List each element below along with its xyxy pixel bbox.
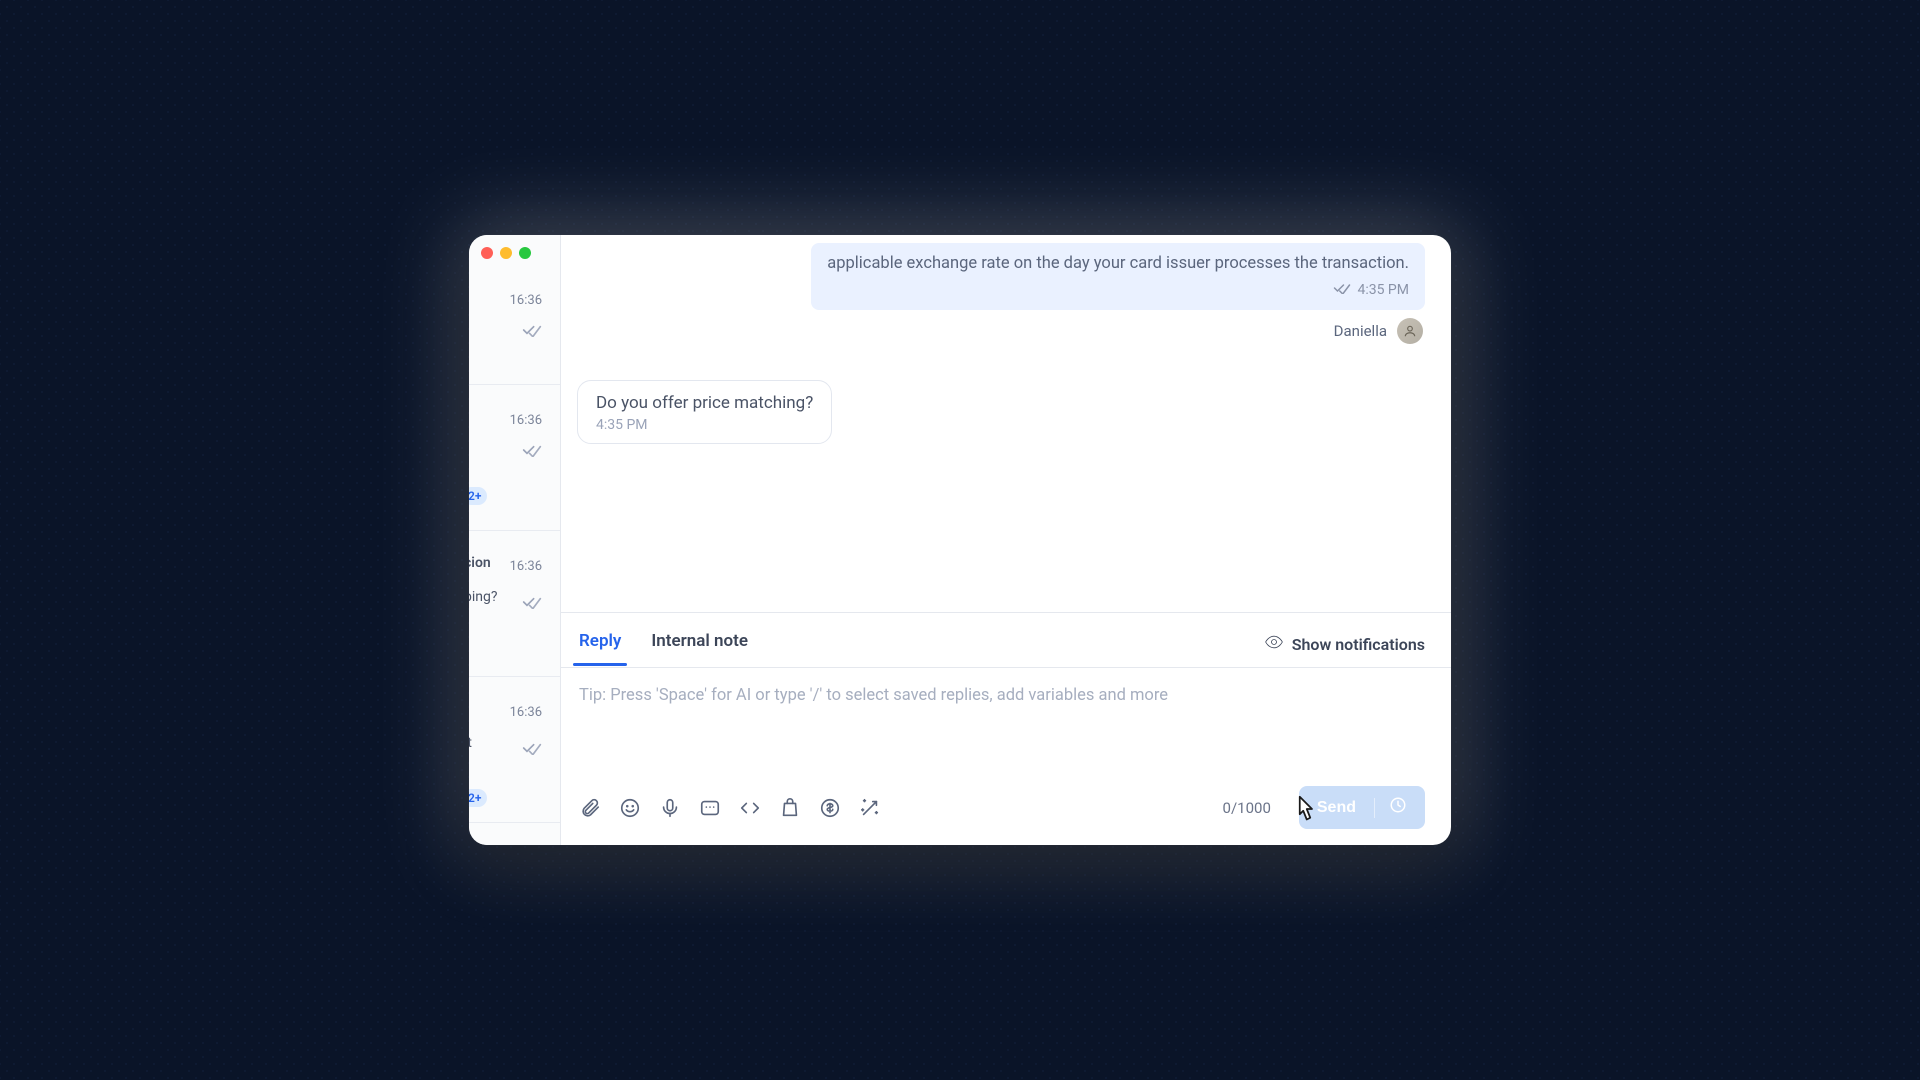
app-window: 16:36 16:36 2+ cion 16:36 ping? — [469, 235, 1451, 845]
conversation-list-item[interactable]: 16:36 — [469, 265, 560, 385]
double-check-icon — [522, 741, 542, 755]
double-check-icon — [522, 443, 542, 457]
saved-reply-icon[interactable] — [697, 795, 723, 821]
window-controls — [481, 247, 531, 259]
double-check-icon — [1333, 281, 1351, 300]
maximize-window-button[interactable] — [519, 247, 531, 259]
conversation-time: 16:36 — [510, 293, 542, 308]
agent-name: Daniella — [1334, 322, 1387, 340]
minimize-window-button[interactable] — [500, 247, 512, 259]
agent-message-time: 4:35 PM — [1357, 281, 1409, 300]
send-button[interactable]: Send — [1299, 786, 1425, 829]
agent-attribution: Daniella — [573, 318, 1423, 344]
conversation-time: 16:36 — [510, 705, 542, 720]
conversation-main: applicable exchange rate on the day your… — [561, 235, 1451, 845]
unread-badge: 2+ — [469, 487, 487, 505]
message-thread[interactable]: applicable exchange rate on the day your… — [561, 235, 1451, 612]
emoji-icon[interactable] — [617, 795, 643, 821]
conversation-preview-fragment: it — [469, 735, 472, 751]
tab-internal-note[interactable]: Internal note — [649, 623, 750, 665]
tab-reply[interactable]: Reply — [577, 623, 623, 665]
send-button-label: Send — [1317, 799, 1356, 817]
double-check-icon — [522, 595, 542, 609]
conversation-time: 16:36 — [510, 559, 542, 574]
close-window-button[interactable] — [481, 247, 493, 259]
ai-wand-icon[interactable] — [857, 795, 883, 821]
eye-icon — [1264, 632, 1284, 656]
conversation-preview-fragment: ping? — [469, 589, 497, 605]
conversation-list-sliver: 16:36 16:36 2+ cion 16:36 ping? — [469, 235, 561, 845]
payment-icon[interactable] — [817, 795, 843, 821]
customer-message-text: Do you offer price matching? — [596, 393, 813, 413]
code-icon[interactable] — [737, 795, 763, 821]
avatar — [1397, 318, 1423, 344]
product-icon[interactable] — [777, 795, 803, 821]
attachment-icon[interactable] — [577, 795, 603, 821]
show-notifications-toggle[interactable]: Show notifications — [1264, 632, 1425, 656]
reply-input[interactable]: Tip: Press 'Space' for AI or type '/' to… — [577, 668, 1425, 778]
unread-badge: 2+ — [469, 789, 487, 807]
conversation-title-fragment: cion — [469, 555, 491, 571]
schedule-icon — [1389, 796, 1407, 819]
customer-message-bubble: Do you offer price matching? 4:35 PM — [577, 380, 832, 444]
conversation-list-item[interactable]: cion 16:36 ping? — [469, 531, 560, 677]
composer: Reply Internal note Show notifications T… — [561, 612, 1451, 845]
show-notifications-label: Show notifications — [1292, 635, 1425, 654]
char-counter: 0/1000 — [1223, 799, 1271, 817]
customer-message-time: 4:35 PM — [596, 417, 813, 433]
conversation-list-item[interactable]: 16:36 it 2+ — [469, 677, 560, 823]
agent-message-bubble: applicable exchange rate on the day your… — [811, 243, 1425, 310]
conversation-time: 16:36 — [510, 413, 542, 428]
conversation-list-item[interactable]: 16:36 2+ — [469, 385, 560, 531]
double-check-icon — [522, 323, 542, 337]
microphone-icon[interactable] — [657, 795, 683, 821]
agent-message-text: applicable exchange rate on the day your… — [827, 253, 1409, 275]
